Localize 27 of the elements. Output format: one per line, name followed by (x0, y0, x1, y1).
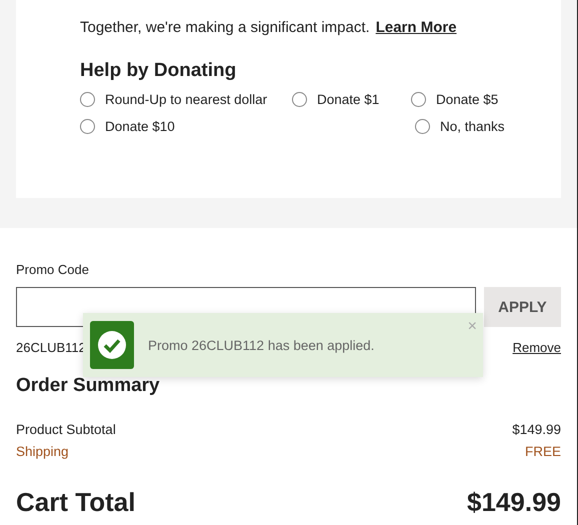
scrollbar[interactable] (577, 0, 578, 525)
summary-label: Shipping (16, 443, 69, 461)
learn-more-link[interactable]: Learn More (376, 19, 457, 36)
remove-link[interactable]: Remove (512, 340, 561, 355)
radio-button[interactable] (80, 92, 95, 107)
radio-option[interactable]: Round-Up to nearest dollar (80, 92, 292, 107)
radio-option[interactable]: Donate $5 (411, 92, 561, 107)
section-heading: Help by Donating (80, 60, 238, 82)
applied-code: 26CLUB112 (16, 340, 86, 355)
radio-button[interactable] (292, 92, 307, 107)
summary-value: FREE (524, 443, 561, 461)
total-value: $149.99 (467, 487, 561, 518)
radio-option[interactable]: No, thanks (415, 119, 561, 134)
apply-button[interactable]: APPLY (484, 287, 561, 327)
summary-label: Product Subtotal (16, 421, 116, 439)
radio-button[interactable] (415, 119, 430, 134)
total-label: Cart Total (16, 487, 136, 518)
check-icon (90, 321, 134, 369)
body-text: Together, we're making a significant impact. (80, 19, 370, 36)
radio-button[interactable] (80, 119, 95, 134)
radio-option[interactable]: Donate $1 (292, 92, 411, 107)
radio-option[interactable]: Donate $10 (80, 119, 292, 134)
summary-value: $149.99 (512, 421, 561, 439)
toast-message: Promo 26CLUB112 has been applied. (148, 338, 374, 352)
field-label: Promo Code (16, 262, 90, 277)
section-heading: Order Summary (16, 375, 161, 397)
radio-button[interactable] (411, 92, 426, 107)
